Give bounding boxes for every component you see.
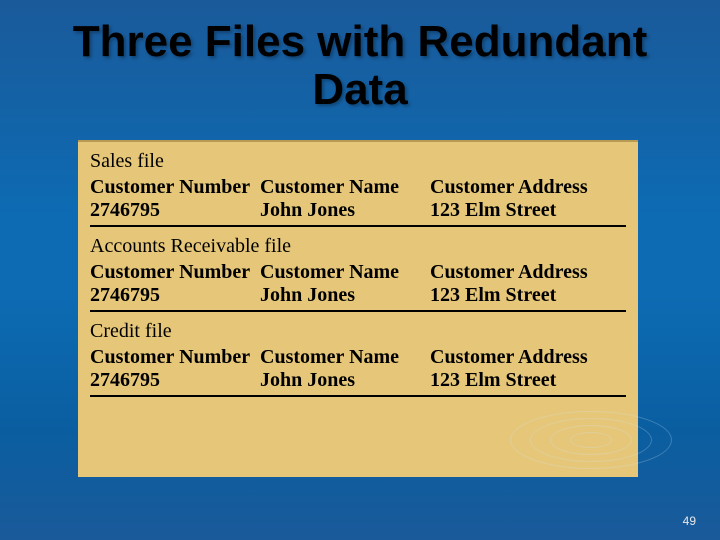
col-customer-name: Customer Name John Jones (260, 176, 430, 222)
col-customer-number: Customer Number 2746795 (90, 346, 260, 392)
col-customer-address: Customer Address 123 Elm Street (430, 346, 626, 392)
col-value: 123 Elm Street (430, 369, 556, 391)
col-value: John Jones (260, 199, 355, 221)
col-label: Customer Name (260, 346, 399, 368)
col-label: Customer Address (430, 346, 588, 368)
col-customer-name: Customer Name John Jones (260, 261, 430, 307)
record-row: Customer Number 2746795 Customer Name Jo… (90, 345, 626, 397)
col-customer-number: Customer Number 2746795 (90, 176, 260, 222)
slide: Three Files with Redundant Data Sales fi… (0, 0, 720, 540)
col-customer-number: Customer Number 2746795 (90, 261, 260, 307)
col-customer-address: Customer Address 123 Elm Street (430, 261, 626, 307)
col-value: 2746795 (90, 199, 160, 221)
col-value: 123 Elm Street (430, 199, 556, 221)
col-label: Customer Address (430, 176, 588, 198)
col-label: Customer Number (90, 261, 250, 283)
slide-title: Three Files with Redundant Data (0, 0, 720, 125)
record-row: Customer Number 2746795 Customer Name Jo… (90, 260, 626, 312)
col-label: Customer Address (430, 261, 588, 283)
record-sales: Sales file Customer Number 2746795 Custo… (78, 142, 638, 227)
record-row: Customer Number 2746795 Customer Name Jo… (90, 175, 626, 227)
col-value: John Jones (260, 369, 355, 391)
col-label: Customer Number (90, 176, 250, 198)
file-title: Sales file (90, 148, 626, 175)
col-customer-name: Customer Name John Jones (260, 346, 430, 392)
col-label: Customer Number (90, 346, 250, 368)
file-title: Accounts Receivable file (90, 233, 626, 260)
col-value: 2746795 (90, 284, 160, 306)
record-credit: Credit file Customer Number 2746795 Cust… (78, 312, 638, 397)
page-number: 49 (683, 514, 696, 528)
col-value: 123 Elm Street (430, 284, 556, 306)
col-label: Customer Name (260, 261, 399, 283)
col-value: John Jones (260, 284, 355, 306)
col-customer-address: Customer Address 123 Elm Street (430, 176, 626, 222)
file-title: Credit file (90, 318, 626, 345)
record-accounts-receivable: Accounts Receivable file Customer Number… (78, 227, 638, 312)
content-box: Sales file Customer Number 2746795 Custo… (78, 140, 638, 477)
col-label: Customer Name (260, 176, 399, 198)
col-value: 2746795 (90, 369, 160, 391)
